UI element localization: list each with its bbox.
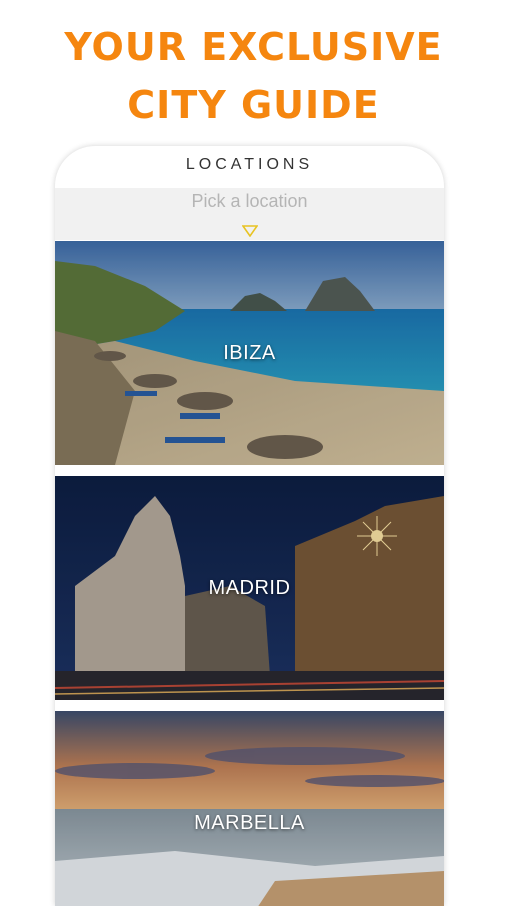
location-card-label: IBIZA bbox=[223, 342, 276, 364]
location-card-ibiza[interactable]: IBIZA bbox=[55, 241, 444, 465]
promo-headline: YOUR EXCLUSIVE CITY GUIDE bbox=[0, 18, 507, 134]
headline-line-2: CITY GUIDE bbox=[127, 83, 380, 127]
locations-title: LOCATIONS bbox=[185, 156, 314, 173]
location-card-label: MADRID bbox=[208, 577, 291, 599]
location-picker-placeholder: Pick a location bbox=[191, 191, 308, 211]
headline-line-1: YOUR EXCLUSIVE bbox=[64, 25, 443, 69]
location-card-label: MARBELLA bbox=[194, 812, 305, 834]
marbella-photo bbox=[55, 711, 444, 906]
phone-screen: LOCATIONS Pick a location IBIZA MADRID M… bbox=[55, 146, 444, 906]
location-card-marbella[interactable]: MARBELLA bbox=[55, 711, 444, 906]
triangle-down-icon[interactable] bbox=[242, 225, 258, 237]
location-card-madrid[interactable]: MADRID bbox=[55, 476, 444, 700]
